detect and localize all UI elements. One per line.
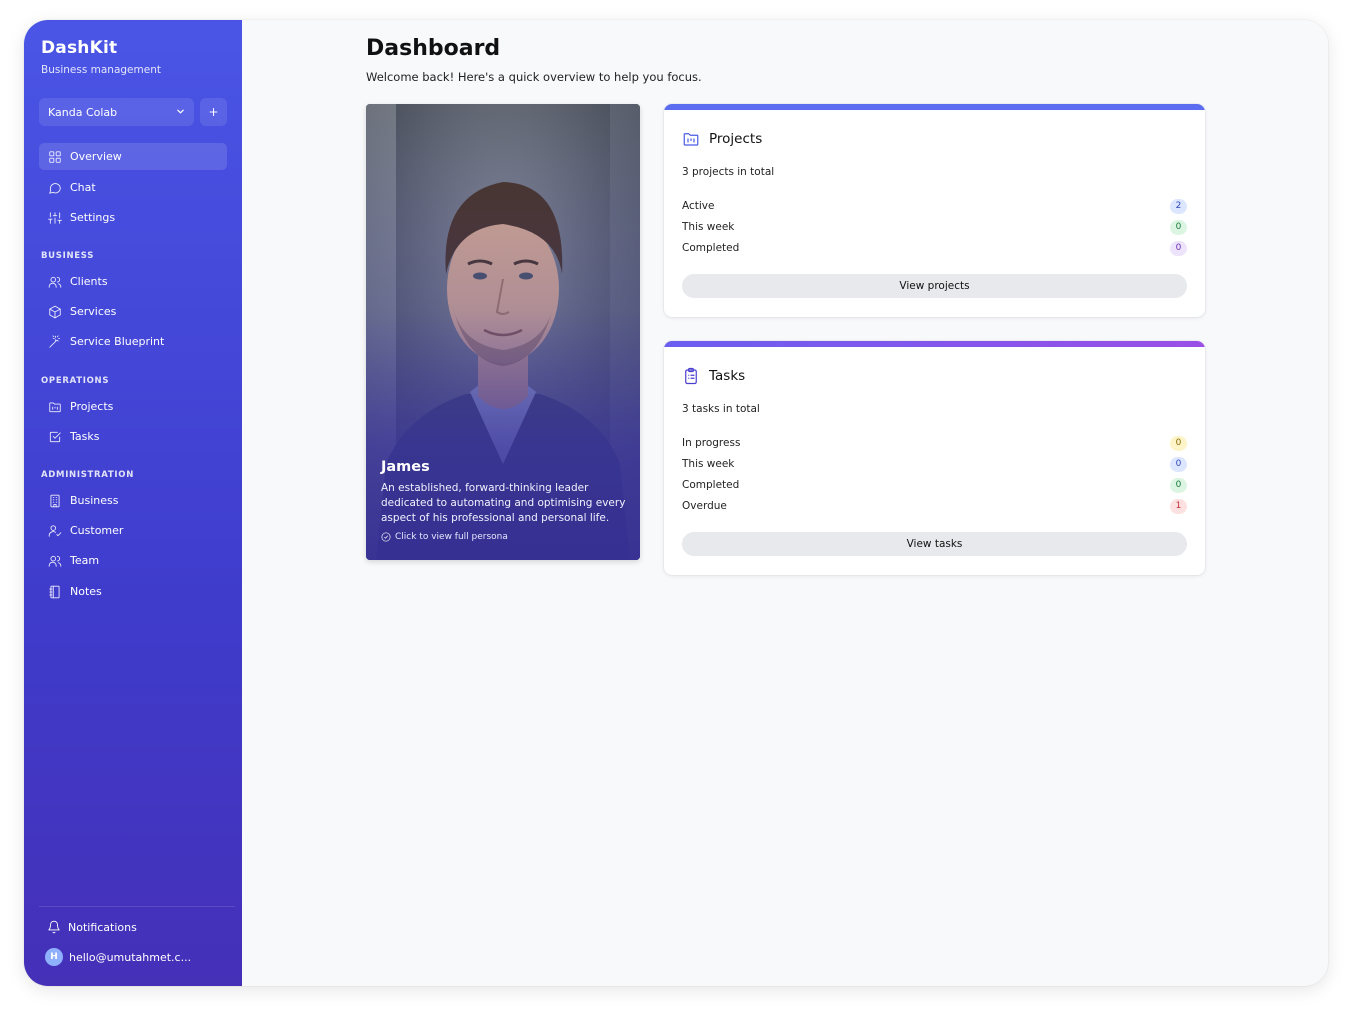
sliders-icon xyxy=(48,211,62,225)
count-badge: 1 xyxy=(1170,498,1187,514)
projects-card-header: Projects xyxy=(682,130,762,148)
tasks-row-in-progress: In progress 0 xyxy=(682,435,1187,451)
notifications-button[interactable]: Notifications xyxy=(47,920,137,934)
sidebar-item-label: Services xyxy=(70,305,117,318)
chat-icon xyxy=(48,181,62,195)
row-label: Overdue xyxy=(682,500,727,512)
row-label: Completed xyxy=(682,479,740,491)
projects-card-accent-bar xyxy=(664,104,1205,110)
view-persona-link[interactable]: Click to view full persona xyxy=(381,532,508,542)
projects-row-this-week: This week 0 xyxy=(682,219,1187,235)
count-badge: 0 xyxy=(1170,477,1187,493)
wand-icon xyxy=(48,334,62,349)
avatar: H xyxy=(45,948,63,966)
sidebar-item-clients[interactable]: Clients xyxy=(39,268,227,295)
workspace-select[interactable]: Kanda Colab xyxy=(39,98,194,126)
grid-icon xyxy=(48,150,62,164)
sidebar-item-label: Clients xyxy=(70,275,108,288)
box-icon xyxy=(48,305,62,319)
row-label: In progress xyxy=(682,437,741,449)
sidebar-divider xyxy=(39,906,235,907)
sidebar-item-label: Service Blueprint xyxy=(70,335,165,348)
check-square-icon xyxy=(48,430,62,444)
workspace-name: Kanda Colab xyxy=(48,105,118,119)
sidebar-item-business[interactable]: Business xyxy=(39,487,227,514)
tasks-card-title: Tasks xyxy=(709,368,746,384)
tasks-card-header: Tasks xyxy=(682,367,745,385)
folder-icon xyxy=(48,400,62,414)
tasks-card: Tasks 3 tasks in total In progress 0 Thi… xyxy=(664,341,1205,575)
folder-icon xyxy=(683,133,699,146)
row-label: This week xyxy=(682,458,735,470)
notifications-label: Notifications xyxy=(68,920,137,934)
sidebar-item-label: Business xyxy=(70,494,119,507)
sidebar-item-label: Team xyxy=(70,554,100,567)
sidebar-item-chat[interactable]: Chat xyxy=(39,174,227,201)
check-circle-icon xyxy=(381,532,391,542)
projects-row-active: Active 2 xyxy=(682,198,1187,214)
tasks-row-completed: Completed 0 xyxy=(682,477,1187,493)
persona-description: An established, forward-thinking leader … xyxy=(381,482,626,524)
count-badge: 2 xyxy=(1170,198,1187,214)
sidebar-item-label: Chat xyxy=(70,181,96,194)
row-label: Active xyxy=(682,200,715,212)
team-icon xyxy=(48,554,62,568)
view-projects-button[interactable]: View projects xyxy=(682,274,1187,298)
sidebar-item-services[interactable]: Services xyxy=(39,298,227,325)
section-label-administration: ADMINISTRATION xyxy=(41,470,135,480)
clipboard-list-icon xyxy=(685,367,697,385)
brand: DashKit Business management xyxy=(41,38,161,76)
tasks-row-overdue: Overdue 1 xyxy=(682,498,1187,514)
sidebar-item-label: Customer xyxy=(70,524,124,537)
section-label-business: BUSINESS xyxy=(41,251,95,261)
count-badge: 0 xyxy=(1170,456,1187,472)
sidebar-item-label: Notes xyxy=(70,585,102,598)
view-tasks-button[interactable]: View tasks xyxy=(682,532,1187,556)
row-label: Completed xyxy=(682,242,740,254)
view-persona-label: Click to view full persona xyxy=(395,532,508,542)
sidebar-item-label: Settings xyxy=(70,211,116,224)
tasks-row-this-week: This week 0 xyxy=(682,456,1187,472)
notebook-icon xyxy=(48,585,62,599)
sidebar-item-service-blueprint[interactable]: Service Blueprint xyxy=(39,328,227,355)
app-window: DashKit Business management Kanda Colab … xyxy=(24,20,1328,986)
sidebar-item-customer[interactable]: Customer xyxy=(39,517,227,544)
main-content: Dashboard Welcome back! Here's a quick o… xyxy=(242,20,1328,986)
sidebar-item-tasks[interactable]: Tasks xyxy=(39,423,227,450)
sidebar-item-label: Tasks xyxy=(70,430,100,443)
sidebar-item-projects[interactable]: Projects xyxy=(39,393,227,420)
row-label: This week xyxy=(682,221,735,233)
brand-title: DashKit xyxy=(41,38,118,58)
add-workspace-button[interactable]: + xyxy=(200,98,227,126)
sidebar: DashKit Business management Kanda Colab … xyxy=(24,20,242,986)
tasks-total: 3 tasks in total xyxy=(682,403,760,415)
count-badge: 0 xyxy=(1170,219,1187,235)
persona-name: James xyxy=(381,459,430,475)
projects-row-completed: Completed 0 xyxy=(682,240,1187,256)
persona-card[interactable]: James An established, forward-thinking l… xyxy=(366,104,640,560)
bell-icon xyxy=(48,920,60,934)
page-title: Dashboard xyxy=(366,36,501,61)
page-subtitle: Welcome back! Here's a quick overview to… xyxy=(366,70,702,84)
chevron-down-icon xyxy=(176,106,185,119)
projects-card-title: Projects xyxy=(709,131,763,147)
count-badge: 0 xyxy=(1170,435,1187,451)
projects-total: 3 projects in total xyxy=(682,166,775,178)
tasks-card-accent-bar xyxy=(664,341,1205,347)
building-icon xyxy=(48,494,62,508)
sidebar-item-overview[interactable]: Overview xyxy=(39,143,227,170)
sidebar-item-label: Overview xyxy=(70,150,122,163)
count-badge: 0 xyxy=(1170,240,1187,256)
users-icon xyxy=(48,275,62,289)
user-check-icon xyxy=(48,524,62,538)
brand-subtitle: Business management xyxy=(41,64,161,76)
projects-card: Projects 3 projects in total Active 2 Th… xyxy=(664,104,1205,317)
section-label-operations: OPERATIONS xyxy=(41,376,110,386)
sidebar-item-label: Projects xyxy=(70,400,114,413)
user-email: hello@umutahmet.c... xyxy=(69,950,192,964)
user-menu[interactable]: H hello@umutahmet.c... xyxy=(45,948,191,966)
sidebar-item-team[interactable]: Team xyxy=(39,547,227,574)
sidebar-item-notes[interactable]: Notes xyxy=(39,578,227,605)
sidebar-item-settings[interactable]: Settings xyxy=(39,204,227,231)
